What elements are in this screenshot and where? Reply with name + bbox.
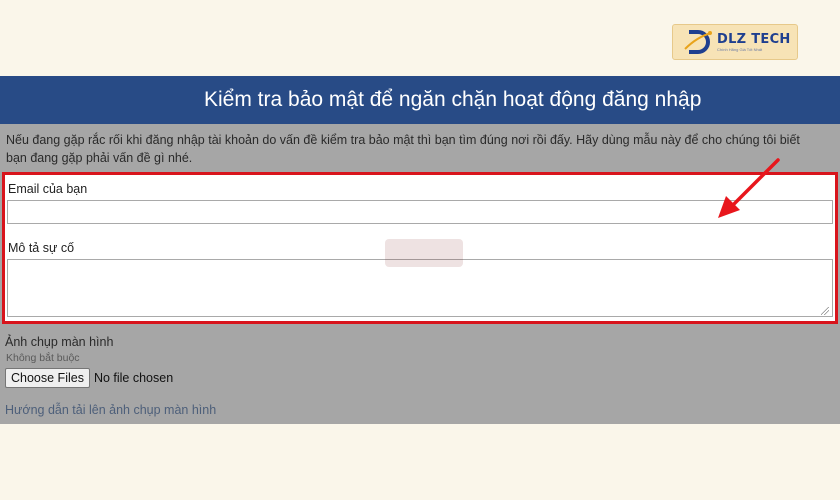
file-status: No file chosen (93, 371, 174, 385)
choose-files-button[interactable]: Choose Files (5, 368, 90, 388)
file-picker: Choose Files No file chosen (5, 368, 173, 388)
email-field[interactable] (7, 200, 833, 224)
resize-handle-icon[interactable] (821, 307, 829, 315)
brand-name: DLZ TECH (717, 31, 791, 47)
description-label: Mô tả sự cố (8, 241, 75, 255)
highlighted-form: Email của bạn Mô tả sự cố (2, 172, 838, 324)
email-label: Email của bạn (8, 182, 88, 196)
page-title: Kiểm tra bảo mật để ngăn chặn hoạt động … (0, 76, 840, 124)
intro-line-1: Nếu đang gặp rắc rối khi đăng nhập tài k… (6, 133, 800, 147)
screenshot-panel: Kiểm tra bảo mật để ngăn chặn hoạt động … (0, 76, 840, 424)
logo-mark-icon (684, 30, 712, 54)
intro-line-2: bạn đang gặp phải vấn đề gì nhé. (6, 151, 193, 165)
intro-text: Nếu đang gặp rắc rối khi đăng nhập tài k… (6, 131, 826, 167)
arrow-icon (718, 158, 780, 218)
upload-guide-link[interactable]: Hướng dẫn tải lên ảnh chụp màn hình (5, 403, 216, 417)
watermark-icon (385, 239, 463, 267)
screenshot-label: Ảnh chụp màn hình (5, 335, 114, 349)
brand-tagline: Chính Hãng Giá Tốt Nhất (717, 46, 763, 52)
brand-logo: DLZ TECH Chính Hãng Giá Tốt Nhất (672, 24, 798, 60)
optional-note: Không bắt buộc (6, 352, 80, 364)
